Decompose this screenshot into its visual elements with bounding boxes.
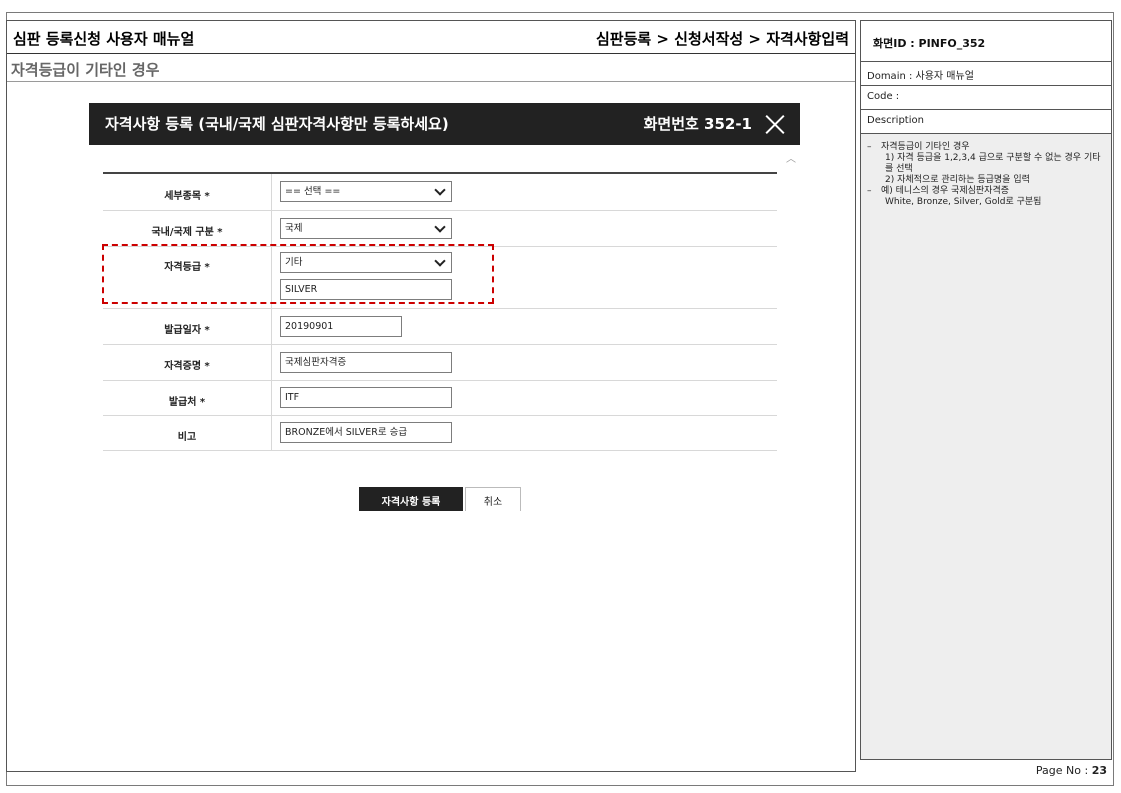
form-row-detail-type: 세부종목 * == 선택 ==	[103, 173, 777, 211]
form-row-remarks: 비고 BRONZE에서 SILVER로 승급	[103, 415, 777, 451]
dialog-header: 자격사항 등록 (국내/국제 심판자격사항만 등록하세요) 화면번호 352-1	[89, 103, 800, 145]
issue-date-input[interactable]: 20190901	[280, 315, 402, 337]
grade-custom-input[interactable]: SILVER	[280, 279, 452, 300]
detail-type-select[interactable]: == 선택 ==	[280, 181, 452, 203]
grade-label: 자격등급 *	[103, 246, 272, 309]
manual-title: 심판 등록신청 사용자 매뉴얼	[13, 30, 195, 48]
section-subtitle: 자격등급이 기타인 경우	[7, 55, 855, 82]
description-item: 예) 테니스의 경우 국제심판자격증 White, Bronze, Silver…	[867, 186, 1103, 208]
qualification-form: 세부종목 * == 선택 == 국내/국제 구분 * 국제 자격등급 * 기타 …	[103, 172, 777, 451]
cert-name-label: 자격증명 *	[103, 344, 272, 381]
page-number-value: 23	[1091, 764, 1107, 777]
chevron-down-icon	[434, 184, 446, 196]
dialog-screen-number: 화면번호 352-1	[643, 115, 752, 133]
issuer-label: 발급처 *	[103, 380, 272, 416]
form-row-issuer: 발급처 * ITF	[103, 380, 777, 416]
domestic-intl-label: 국내/국제 구분 *	[103, 210, 272, 247]
screen-id-row: 화면ID : PINFO_352	[861, 21, 1111, 62]
description-line: 예) 테니스의 경우 국제심판자격증	[881, 186, 1010, 196]
description-area: 자격등급이 기타인 경우 1) 자격 등급을 1,2,3,4 급으로 구분할 수…	[861, 134, 1111, 759]
remarks-input[interactable]: BRONZE에서 SILVER로 승급	[280, 422, 452, 443]
description-line: White, Bronze, Silver, Gold로 구분됨	[885, 197, 1042, 207]
description-line: 자격등급이 기타인 경우	[881, 142, 970, 152]
detail-type-value: == 선택 ==	[285, 186, 341, 198]
issuer-cell: ITF	[271, 380, 777, 416]
remarks-cell: BRONZE에서 SILVER로 승급	[271, 415, 777, 451]
grade-value: 기타	[285, 257, 303, 268]
dialog-title: 자격사항 등록 (국내/국제 심판자격사항만 등록하세요)	[105, 115, 449, 133]
domain-row: Domain : 사용자 매뉴얼	[861, 62, 1111, 86]
register-button[interactable]: 자격사항 등록	[359, 487, 463, 511]
detail-type-cell: == 선택 ==	[271, 173, 777, 211]
grade-cell: 기타 SILVER	[271, 246, 777, 309]
description-label: Description	[867, 115, 924, 126]
chevron-down-icon	[434, 220, 446, 233]
domestic-intl-cell: 국제	[271, 210, 777, 247]
grade-select[interactable]: 기타	[280, 252, 452, 273]
form-row-cert-name: 자격증명 * 국제심판자격증	[103, 344, 777, 381]
form-row-issue-date: 발급일자 * 20190901	[103, 308, 777, 345]
detail-type-label: 세부종목 *	[103, 173, 272, 211]
page-number: Page No : 23	[1036, 764, 1107, 777]
info-panel: 화면ID : PINFO_352 Domain : 사용자 매뉴얼 Code :…	[860, 20, 1112, 760]
page-number-label: Page No :	[1035, 764, 1089, 777]
domestic-intl-select[interactable]: 국제	[280, 217, 452, 239]
cert-name-input[interactable]: 국제심판자격증	[280, 351, 452, 373]
issue-date-cell: 20190901	[271, 308, 777, 345]
screen-id: 화면ID : PINFO_352	[873, 37, 986, 50]
domain-text: Domain : 사용자 매뉴얼	[867, 71, 974, 82]
remarks-label: 비고	[103, 415, 272, 451]
description-line: 1) 자격 등급을 1,2,3,4 급으로 구분할 수 없는 경우 기타를 선택	[885, 153, 1101, 174]
description-item: 자격등급이 기타인 경우 1) 자격 등급을 1,2,3,4 급으로 구분할 수…	[867, 142, 1103, 186]
description-line: 2) 자체적으로 관리하는 등급명을 입력	[885, 175, 1030, 185]
main-panel: 심판 등록신청 사용자 매뉴얼 심판등록 > 신청서작성 > 자격사항입력 자격…	[6, 20, 856, 772]
code-row: Code :	[861, 86, 1111, 110]
form-row-domestic-intl: 국내/국제 구분 * 국제	[103, 210, 777, 247]
section-subtitle-text: 자격등급이 기타인 경우	[11, 61, 160, 79]
scroll-up-icon[interactable]: ︿	[786, 155, 796, 165]
close-icon[interactable]	[762, 111, 788, 137]
code-text: Code :	[867, 91, 900, 102]
cert-name-cell: 국제심판자격증	[271, 344, 777, 381]
description-label-row: Description	[861, 110, 1111, 134]
domestic-intl-value: 국제	[285, 222, 303, 234]
breadcrumb: 심판등록 > 신청서작성 > 자격사항입력	[595, 30, 849, 48]
description-list: 자격등급이 기타인 경우 1) 자격 등급을 1,2,3,4 급으로 구분할 수…	[861, 134, 1111, 208]
chevron-down-icon	[434, 255, 446, 267]
form-row-grade: 자격등급 * 기타 SILVER	[103, 246, 777, 309]
cancel-button[interactable]: 취소	[465, 487, 521, 511]
issuer-input[interactable]: ITF	[280, 387, 452, 408]
issue-date-label: 발급일자 *	[103, 308, 272, 345]
manual-header: 심판 등록신청 사용자 매뉴얼 심판등록 > 신청서작성 > 자격사항입력	[7, 21, 855, 54]
qualification-dialog: 자격사항 등록 (국내/국제 심판자격사항만 등록하세요) 화면번호 352-1…	[89, 103, 800, 511]
